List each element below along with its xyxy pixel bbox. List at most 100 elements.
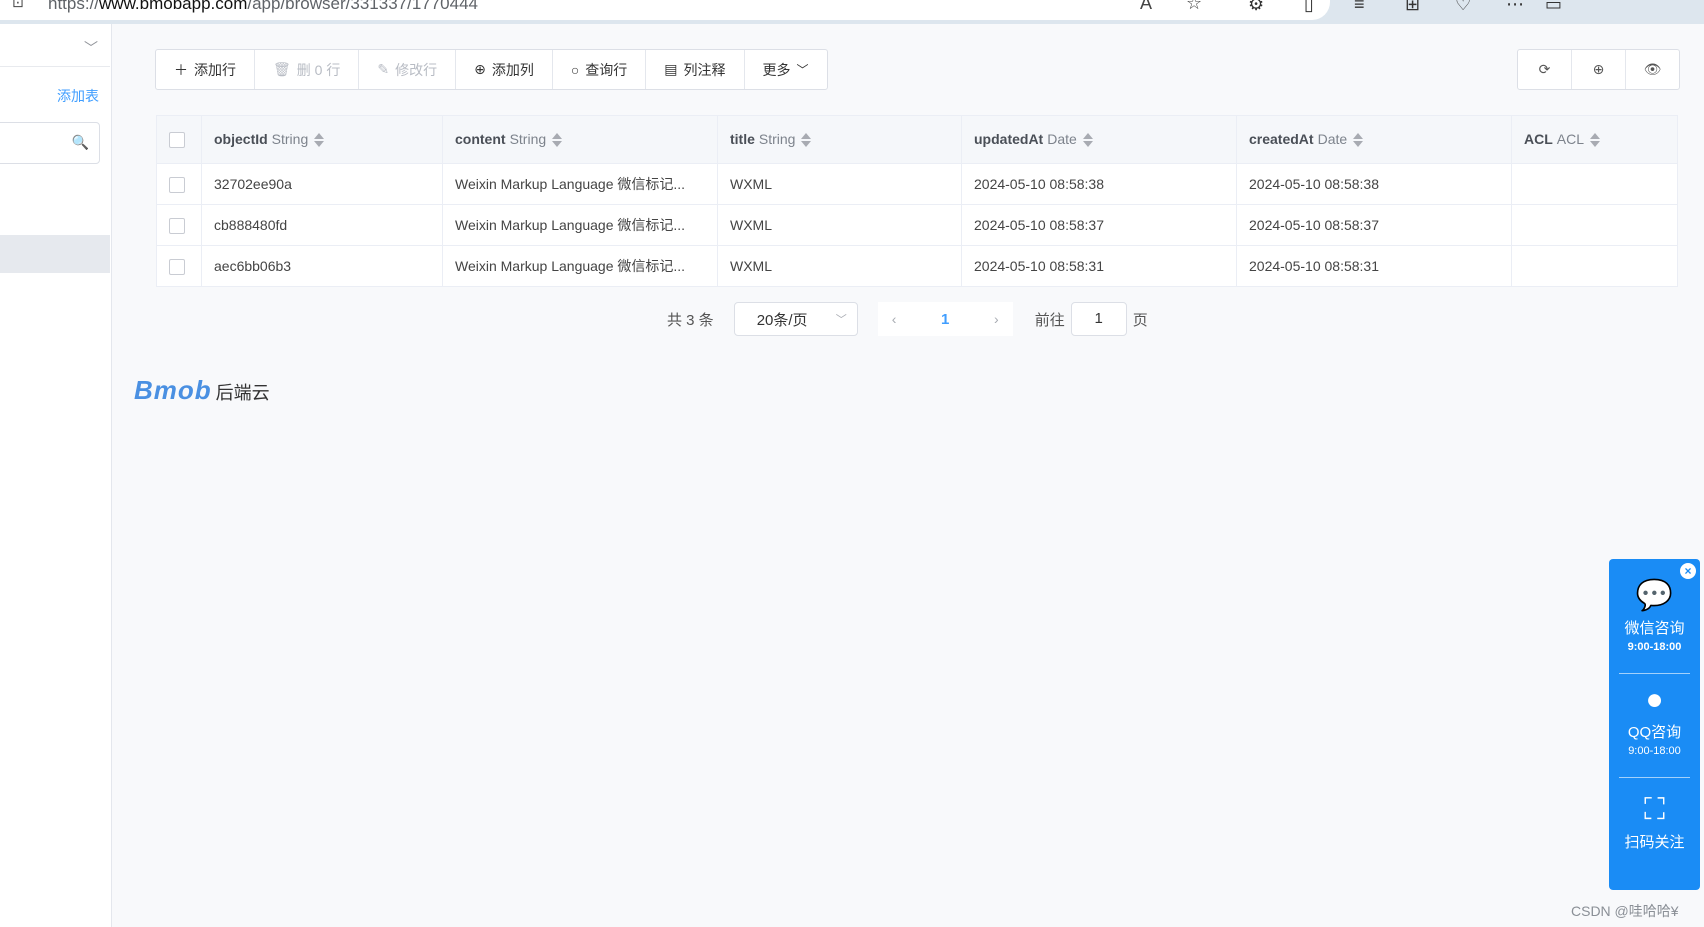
total-count: 共 3 条: [667, 311, 714, 329]
column-header-objectid[interactable]: objectId String: [201, 115, 443, 164]
split-screen-icon[interactable]: ▯: [1304, 0, 1314, 15]
select-all-cell: [156, 115, 202, 164]
page-info-icon[interactable]: ⊡: [12, 0, 24, 11]
search-icon: 🔍: [71, 134, 89, 150]
divider: [1619, 673, 1690, 674]
select-all-checkbox[interactable]: [169, 132, 185, 149]
cell-updatedat[interactable]: 2024-05-10 08:58:38: [961, 163, 1237, 205]
refresh-button[interactable]: ⟳: [1518, 50, 1572, 89]
cell-title[interactable]: WXML: [717, 163, 962, 205]
url-text[interactable]: https://www.bmobapp.com/app/browser/3313…: [48, 0, 478, 14]
plus-icon: ＋: [174, 61, 188, 78]
zoom-in-icon: ⊕: [1592, 61, 1605, 77]
close-icon[interactable]: ×: [1680, 563, 1696, 579]
cell-acl[interactable]: [1511, 163, 1678, 205]
zoom-button[interactable]: ⊕: [1572, 50, 1626, 89]
data-toolbar: ＋添加行 🗑 删 0 行 ✎ 修改行 ⊕ 添加列 ○ 查询行 ▤ 列注释 更多 ﹀: [155, 49, 828, 90]
page-size-select[interactable]: 20条/页 ﹀: [733, 302, 858, 336]
query-row-button[interactable]: ○ 查询行: [553, 50, 647, 89]
table-row[interactable]: 32702ee90a Weixin Markup Language 微信标记..…: [156, 163, 1678, 205]
visibility-button[interactable]: 👁: [1626, 50, 1679, 89]
more-dropdown-button[interactable]: 更多 ﹀: [745, 50, 827, 89]
column-header-createdat[interactable]: createdAt Date: [1236, 115, 1512, 164]
cell-objectid[interactable]: aec6bb06b3: [201, 245, 443, 287]
favorites-list-icon[interactable]: ≡: [1354, 0, 1365, 15]
next-page-button[interactable]: ›: [994, 311, 999, 327]
wechat-icon: 💬: [1635, 579, 1674, 612]
cell-title[interactable]: WXML: [717, 204, 962, 246]
more-options-icon[interactable]: ⋯: [1506, 0, 1524, 15]
table-header-row: objectId String content String title String…: [156, 115, 1678, 164]
goto-page-input[interactable]: 1: [1070, 302, 1127, 336]
pagination: 共 3 条 20条/页 ﹀ ‹ 1 › 前往 1 页: [667, 301, 1148, 337]
cell-createdat[interactable]: 2024-05-10 08:58:38: [1236, 163, 1512, 205]
delete-rows-button[interactable]: 🗑 删 0 行: [255, 50, 360, 89]
read-aloud-icon[interactable]: A: [1140, 0, 1152, 14]
table-search-input[interactable]: 🔍: [0, 122, 100, 164]
cell-createdat[interactable]: 2024-05-10 08:58:31: [1236, 245, 1512, 287]
extensions-icon[interactable]: ⚙: [1248, 0, 1264, 15]
cell-content[interactable]: Weixin Markup Language 微信标记...: [442, 163, 718, 205]
sort-icon[interactable]: [801, 132, 812, 148]
plus-circle-icon: ⊕: [474, 61, 486, 77]
qq-penguin-icon: ●: [1645, 683, 1664, 716]
sort-icon[interactable]: [1590, 132, 1601, 148]
cell-createdat[interactable]: 2024-05-10 08:58:37: [1236, 204, 1512, 246]
trash-icon: 🗑: [273, 61, 291, 77]
sidebar-item-selected-table[interactable]: [0, 235, 110, 273]
table-row[interactable]: cb888480fd Weixin Markup Language 微信标记..…: [156, 204, 1678, 246]
chevron-down-icon: ﹀: [796, 63, 809, 77]
csdn-watermark: CSDN @哇哈哈¥: [1571, 903, 1679, 919]
refresh-icon: ⟳: [1538, 61, 1551, 77]
sort-icon[interactable]: [552, 132, 563, 148]
pencil-icon: ✎: [377, 61, 390, 77]
page-number-current[interactable]: 1: [941, 311, 949, 328]
browser-toolbar: ⊡ https://www.bmobapp.com/app/browser/33…: [0, 0, 1704, 24]
cell-updatedat[interactable]: 2024-05-10 08:58:37: [961, 204, 1237, 246]
column-notes-button[interactable]: ▤ 列注释: [646, 50, 745, 89]
column-header-acl[interactable]: ACL ACL: [1511, 115, 1678, 164]
wechat-consult-button[interactable]: 💬 微信咨询 9:00-18:00: [1609, 579, 1700, 653]
page-navigator: ‹ 1 ›: [877, 302, 1013, 336]
add-column-button[interactable]: ⊕ 添加列: [456, 50, 553, 89]
sort-icon[interactable]: [314, 132, 325, 148]
cell-title[interactable]: WXML: [717, 245, 962, 287]
cell-content[interactable]: Weixin Markup Language 微信标记...: [442, 245, 718, 287]
cell-acl[interactable]: [1511, 204, 1678, 246]
column-header-title[interactable]: title String: [717, 115, 962, 164]
chevron-down-icon: ﹀: [835, 314, 847, 326]
scan-follow-button[interactable]: ⛶ 扫码关注: [1609, 793, 1700, 852]
edit-row-button[interactable]: ✎ 修改行: [359, 50, 457, 89]
sort-icon[interactable]: [1353, 132, 1364, 148]
qr-scan-icon: ⛶: [1644, 793, 1665, 826]
app-select[interactable]: ﹀: [0, 28, 110, 67]
row-checkbox[interactable]: [169, 176, 185, 193]
data-table: objectId String content String title String…: [156, 115, 1678, 287]
search-icon: ○: [570, 61, 580, 78]
column-header-updatedat[interactable]: updatedAt Date: [961, 115, 1237, 164]
eye-icon: 👁: [1643, 61, 1662, 77]
add-table-link[interactable]: 添加表: [57, 86, 99, 106]
favorite-star-icon[interactable]: ☆: [1186, 0, 1202, 14]
document-icon: ▤: [664, 61, 678, 77]
row-checkbox[interactable]: [169, 217, 185, 234]
copilot-icon[interactable]: ▭: [1545, 0, 1562, 15]
cell-content[interactable]: Weixin Markup Language 微信标记...: [442, 204, 718, 246]
sort-icon[interactable]: [1082, 132, 1093, 148]
left-sidebar: ﹀ 添加表 🔍: [0, 24, 112, 927]
browser-essentials-icon[interactable]: ♡: [1455, 0, 1471, 15]
logo-mark: Bmob: [134, 375, 212, 405]
cell-updatedat[interactable]: 2024-05-10 08:58:31: [961, 245, 1237, 287]
collections-icon[interactable]: ⊞: [1405, 0, 1420, 15]
cell-objectid[interactable]: 32702ee90a: [201, 163, 443, 205]
page-unit-label: 页: [1132, 311, 1148, 329]
goto-label: 前往: [1034, 311, 1065, 329]
prev-page-button[interactable]: ‹: [892, 311, 897, 327]
row-checkbox[interactable]: [169, 258, 185, 275]
column-header-content[interactable]: content String: [442, 115, 718, 164]
add-row-button[interactable]: ＋添加行: [156, 50, 255, 89]
cell-objectid[interactable]: cb888480fd: [201, 204, 443, 246]
cell-acl[interactable]: [1511, 245, 1678, 287]
qq-consult-button[interactable]: ● QQ咨询 9:00-18:00: [1609, 683, 1700, 757]
table-row[interactable]: aec6bb06b3 Weixin Markup Language 微信标记..…: [156, 245, 1678, 287]
